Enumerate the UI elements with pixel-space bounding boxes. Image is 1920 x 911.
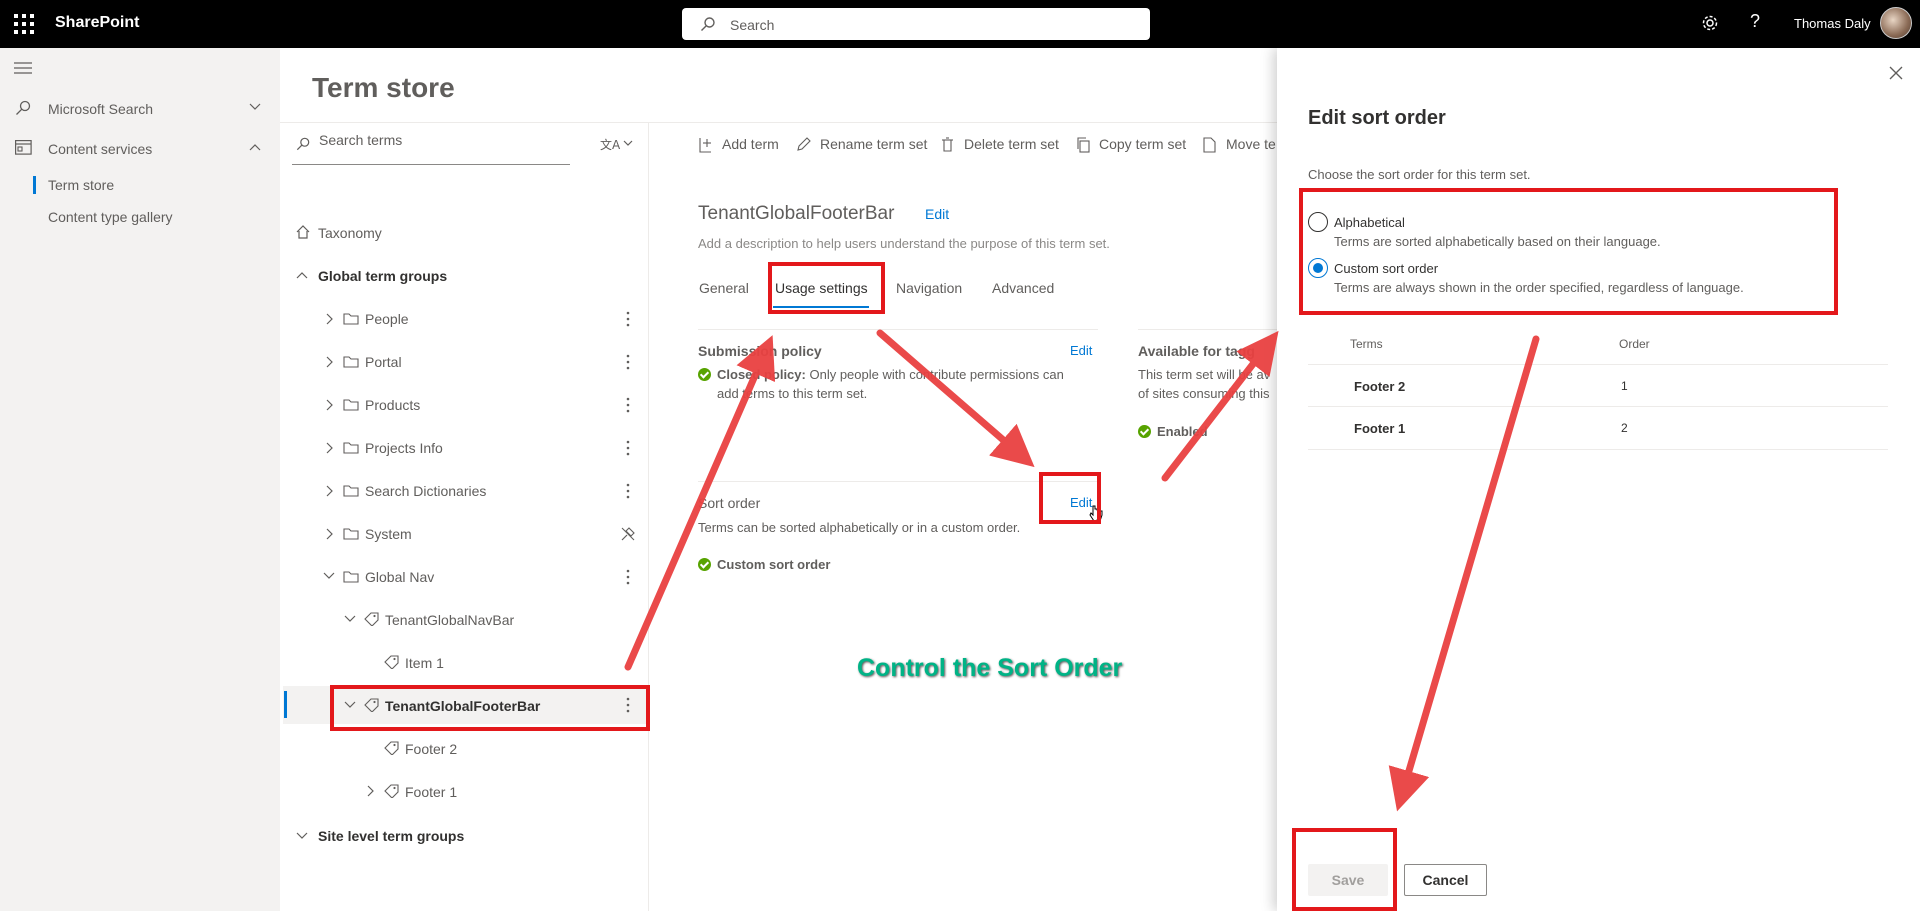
arrow-options-to-save <box>1388 335 1540 812</box>
arrow-tab-to-edit <box>876 329 1035 468</box>
arrow-termset-to-tab <box>624 335 776 671</box>
annotation-arrows <box>624 329 1540 812</box>
arrow-edit-to-panel <box>1161 330 1279 482</box>
